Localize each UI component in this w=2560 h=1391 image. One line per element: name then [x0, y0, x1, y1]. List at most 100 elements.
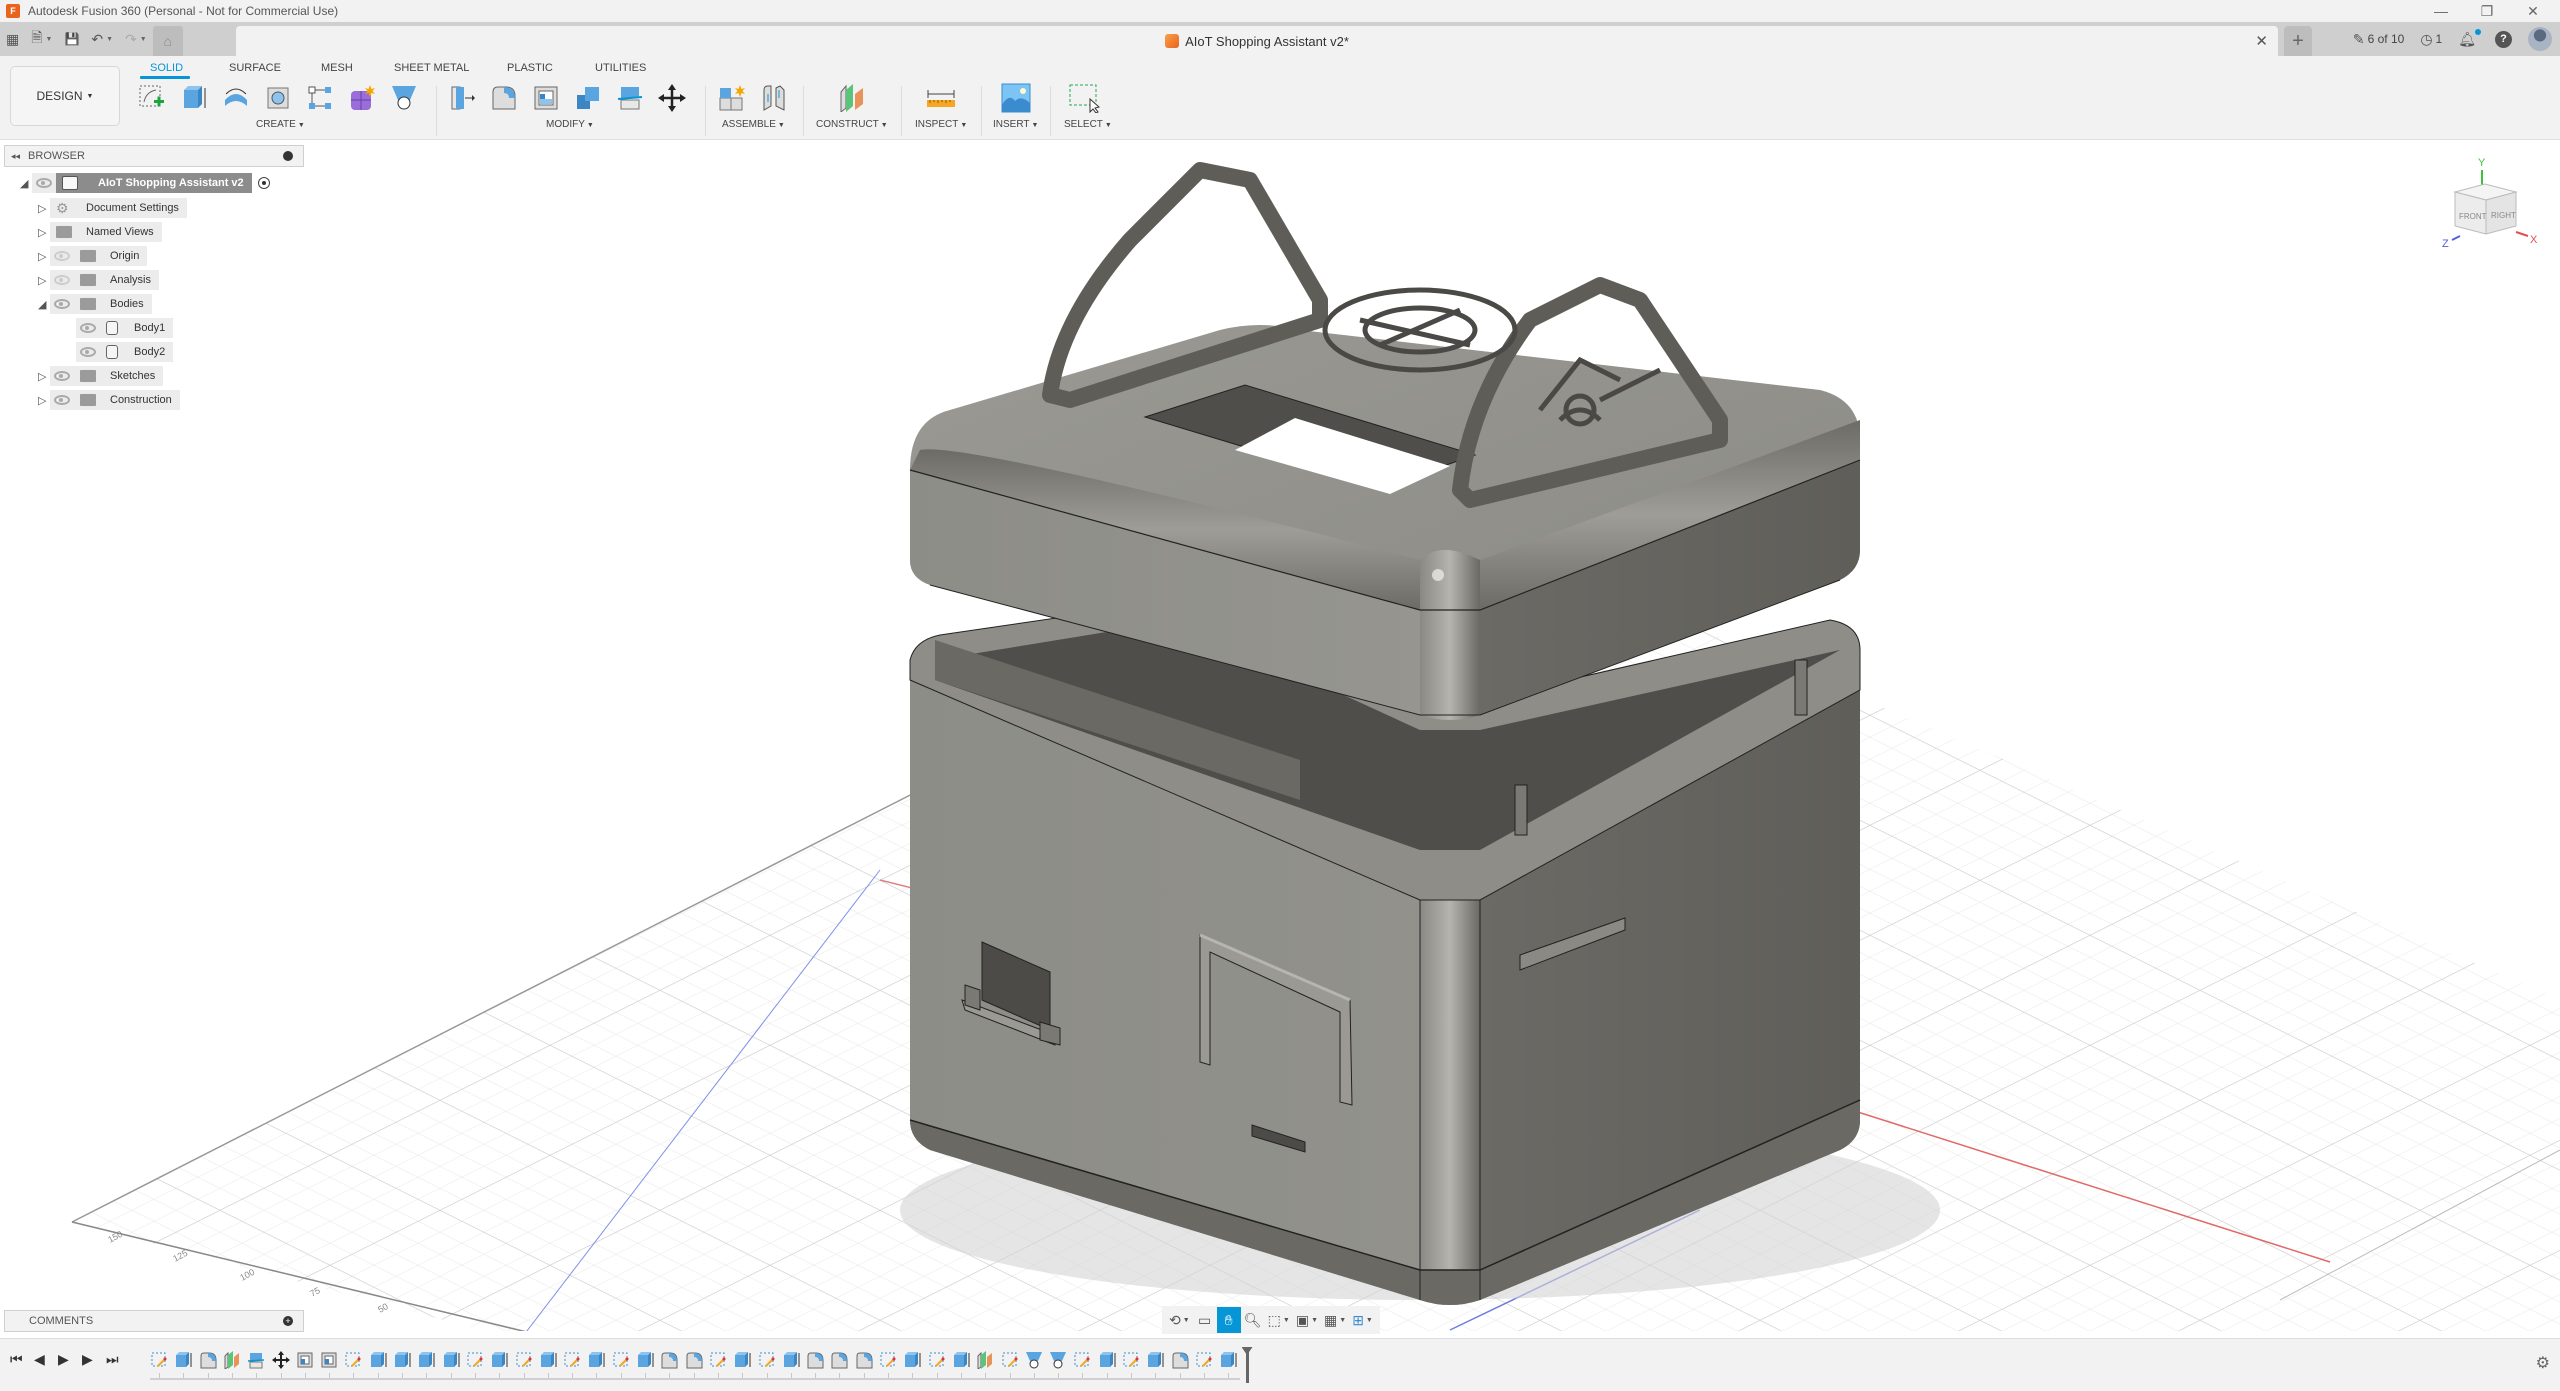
undo-button[interactable]: ↶ ▼ [85, 26, 119, 52]
tree-item-named-views[interactable]: ▷ Named Views [38, 222, 162, 242]
timeline-feature-sketch[interactable] [466, 1351, 484, 1369]
workspace-switcher[interactable]: DESIGN ▼ [10, 66, 120, 126]
expand-triangle-icon[interactable]: ◢ [20, 177, 32, 190]
timeline-settings-gear-icon[interactable]: ⚙ [2536, 1353, 2550, 1373]
timeline-feature-extrude[interactable] [442, 1351, 460, 1369]
view-cube-graphic[interactable]: Y FRONT RIGHT Z X [2440, 150, 2550, 260]
visibility-eye-icon[interactable] [80, 347, 96, 357]
help-button[interactable]: ? [2495, 30, 2512, 48]
fit-button[interactable]: ⬚ ▼ [1265, 1307, 1293, 1333]
timeline-feature-loft[interactable] [1049, 1351, 1067, 1369]
tab-surface[interactable]: SURFACE [229, 62, 281, 74]
move-copy-button[interactable] [656, 82, 688, 114]
timeline-feature-extrude[interactable] [1146, 1351, 1164, 1369]
pattern-button[interactable] [304, 82, 336, 114]
timeline-feature-fillet[interactable] [855, 1351, 873, 1369]
tree-item-document-settings[interactable]: ▷ ⚙ Document Settings [38, 198, 187, 218]
tab-solid[interactable]: SOLID [150, 62, 183, 74]
timeline-feature-extrude[interactable] [952, 1351, 970, 1369]
timeline-feature-sketch[interactable] [150, 1351, 168, 1369]
timeline-feature-extrude[interactable] [636, 1351, 654, 1369]
activate-component-radio[interactable] [257, 177, 270, 189]
offset-plane-button[interactable] [836, 82, 868, 114]
hidden-eye-icon[interactable] [54, 275, 70, 285]
tab-sheet-metal[interactable]: SHEET METAL [394, 62, 469, 74]
press-pull-button[interactable] [446, 82, 478, 114]
tab-plastic[interactable]: PLASTIC [507, 62, 553, 74]
timeline-last-button[interactable]: ⏭ [106, 1351, 119, 1368]
data-panel-grid-icon[interactable]: ▦ [0, 26, 25, 52]
timeline-previous-button[interactable]: ◀ [34, 1351, 45, 1368]
browser-panel-header[interactable]: ◂◂ BROWSER [4, 145, 304, 167]
visibility-eye-icon[interactable] [36, 178, 52, 188]
pan-button[interactable]: ✋︎ [1216, 1307, 1241, 1333]
timeline-feature-sketch[interactable] [1195, 1351, 1213, 1369]
expand-triangle-icon[interactable]: ▷ [38, 274, 50, 287]
hole-button[interactable] [262, 82, 294, 114]
visibility-eye-icon[interactable] [54, 395, 70, 405]
inspect-menu[interactable]: INSPECT ▼ [915, 119, 967, 130]
timeline-feature-sketch[interactable] [1001, 1351, 1019, 1369]
view-cube-front[interactable]: FRONT [2459, 212, 2487, 221]
expand-triangle-icon[interactable]: ▷ [38, 202, 50, 215]
insert-image-button[interactable] [1000, 82, 1032, 114]
joint-button[interactable] [758, 82, 790, 114]
timeline-feature-fillet[interactable] [660, 1351, 678, 1369]
tab-utilities[interactable]: UTILITIES [595, 62, 646, 74]
construct-menu[interactable]: CONSTRUCT ▼ [816, 119, 888, 130]
file-menu-button[interactable]: 🗎 ▼ [25, 26, 58, 52]
close-tab-icon[interactable]: ✕ [2255, 32, 2268, 50]
timeline-feature-fillet[interactable] [806, 1351, 824, 1369]
document-tab[interactable]: AIoT Shopping Assistant v2* ✕ [236, 26, 2278, 56]
zoom-button[interactable]: 🔍︎ [1241, 1307, 1265, 1333]
split-body-button[interactable] [614, 82, 646, 114]
visibility-eye-icon[interactable] [54, 299, 70, 309]
timeline-feature-sketch[interactable] [879, 1351, 897, 1369]
save-button[interactable]: 💾 [58, 26, 85, 52]
create-form-button[interactable] [346, 82, 378, 114]
timeline-feature-extrude[interactable] [539, 1351, 557, 1369]
tree-item-construction[interactable]: ▷ Construction [38, 390, 180, 410]
timeline-feature-extrude[interactable] [1219, 1351, 1237, 1369]
look-at-button[interactable]: ▭ [1193, 1307, 1217, 1333]
timeline-feature-extrude[interactable] [393, 1351, 411, 1369]
timeline-feature-sketch[interactable] [709, 1351, 727, 1369]
timeline-next-button[interactable]: ▶ [82, 1351, 93, 1368]
loft-button[interactable] [388, 82, 420, 114]
visibility-eye-icon[interactable] [80, 323, 96, 333]
extrude-button[interactable] [178, 82, 210, 114]
revolve-button[interactable] [220, 82, 252, 114]
tree-item-origin[interactable]: ▷ Origin [38, 246, 148, 266]
timeline-feature-sketch[interactable] [1122, 1351, 1140, 1369]
timeline-feature-extrude[interactable] [417, 1351, 435, 1369]
tree-item-body2[interactable]: Body2 [76, 342, 174, 362]
timeline-feature-sketch[interactable] [612, 1351, 630, 1369]
timeline-marker-handle[interactable] [1245, 1347, 1249, 1383]
timeline-feature-sketch[interactable] [344, 1351, 362, 1369]
home-tab[interactable]: ⌂ [152, 26, 183, 56]
expand-triangle-icon[interactable]: ▷ [38, 370, 50, 383]
new-component-button[interactable] [716, 82, 748, 114]
timeline-feature-split[interactable] [247, 1351, 265, 1369]
timeline-feature-shell[interactable] [320, 1351, 338, 1369]
canvas-viewport[interactable]: 150 125 100 75 50 Y FRONT RIGHT Z X [0, 141, 2560, 1331]
new-tab-button[interactable]: + [2284, 26, 2312, 56]
expand-triangle-icon[interactable]: ▷ [38, 226, 50, 239]
window-select-button[interactable] [1068, 82, 1100, 114]
viewports-button[interactable]: ⊞ ▼ [1349, 1307, 1376, 1333]
timeline-play-button[interactable]: ▶ [58, 1351, 69, 1368]
create-menu[interactable]: CREATE ▼ [256, 119, 305, 130]
expand-triangle-icon[interactable]: ▷ [38, 394, 50, 407]
timeline-feature-extrude[interactable] [369, 1351, 387, 1369]
display-settings-button[interactable]: ▣ ▼ [1293, 1307, 1321, 1333]
insert-menu[interactable]: INSERT ▼ [993, 119, 1038, 130]
shell-button[interactable] [530, 82, 562, 114]
tree-item-bodies[interactable]: ◢ Bodies [38, 294, 152, 314]
tree-root-component[interactable]: ◢ AIoT Shopping Assistant v2 [20, 173, 270, 193]
timeline-feature-loft[interactable] [1025, 1351, 1043, 1369]
timeline-feature-extrude[interactable] [903, 1351, 921, 1369]
collapse-triangle-icon[interactable]: ◢ [38, 298, 50, 311]
expand-triangle-icon[interactable]: ▷ [38, 250, 50, 263]
user-avatar[interactable] [2528, 27, 2552, 51]
panel-pin-icon[interactable] [283, 151, 293, 161]
